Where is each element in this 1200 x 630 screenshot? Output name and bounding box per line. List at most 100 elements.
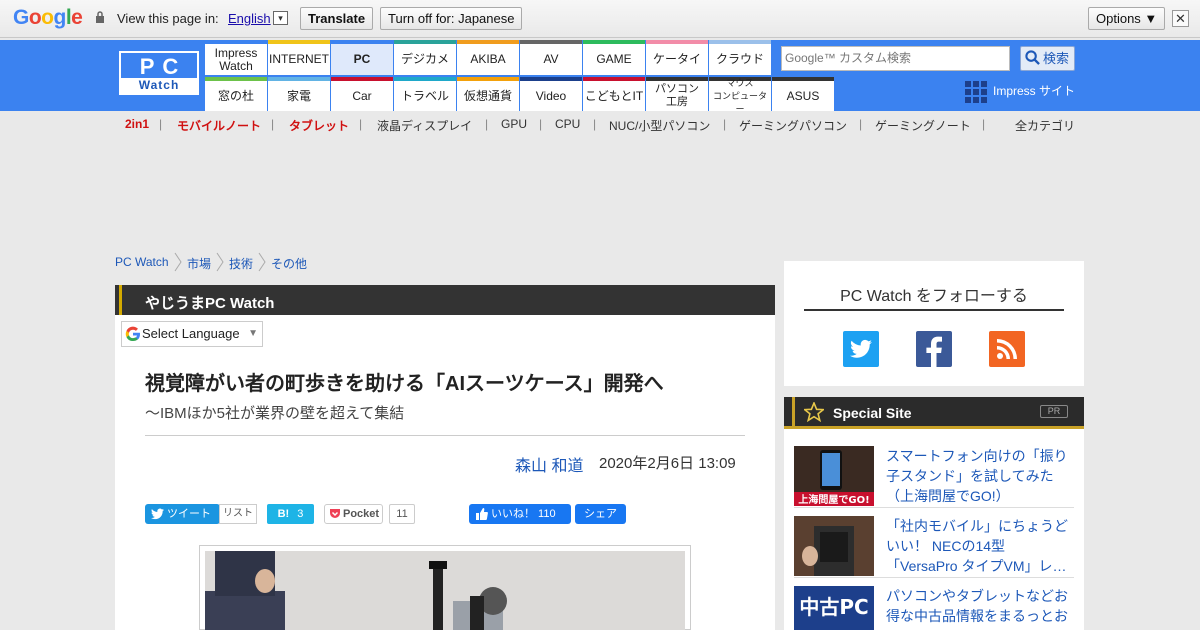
google-translate-bar: Google View this page in: English ▾ Tran… bbox=[0, 0, 1200, 38]
nav-item[interactable]: ケータイ bbox=[646, 40, 708, 75]
facebook-share-button[interactable]: シェア bbox=[575, 504, 626, 524]
nav-item[interactable]: 窓の杜 bbox=[205, 77, 267, 111]
translate-button[interactable]: Translate bbox=[300, 7, 374, 30]
chevron-down-icon[interactable]: ▾ bbox=[273, 11, 288, 25]
nav-item[interactable]: INTERNET bbox=[268, 40, 330, 75]
pocket-icon bbox=[330, 509, 340, 518]
search-button[interactable]: 検索 bbox=[1020, 46, 1075, 71]
breadcrumb-item[interactable]: 技術 bbox=[229, 255, 253, 272]
facebook-like-label: いいね！ 110 bbox=[491, 508, 556, 520]
follow-box: PC Watch をフォローする bbox=[784, 261, 1084, 386]
nav-item[interactable]: クラウド bbox=[709, 40, 771, 75]
category-link[interactable]: GPU bbox=[501, 117, 527, 131]
lock-icon bbox=[96, 11, 104, 23]
nav-item[interactable]: Impress Watch bbox=[205, 40, 267, 75]
hatena-icon: B! bbox=[277, 508, 290, 520]
category-separator: | bbox=[485, 117, 489, 131]
category-nav: 2in1 | モバイルノート | タブレット | 液晶ディスプレイ | GPU | CPU | NUC/… bbox=[0, 117, 1200, 137]
breadcrumb-item[interactable]: PC Watch bbox=[115, 255, 169, 269]
grid-icon bbox=[965, 81, 987, 103]
google-g-icon bbox=[125, 326, 140, 342]
impress-site-link[interactable]: Impress サイト bbox=[965, 81, 1076, 103]
nav-item[interactable]: 仮想通貨 bbox=[457, 77, 519, 111]
nav-item[interactable]: ASUS bbox=[772, 77, 834, 111]
category-separator: | bbox=[539, 117, 543, 131]
special-accent bbox=[792, 397, 795, 429]
nav-item[interactable]: Video bbox=[520, 77, 582, 111]
article-photo[interactable] bbox=[205, 551, 685, 630]
all-categories-link[interactable]: 全カテゴリ bbox=[1015, 117, 1075, 134]
category-separator: | bbox=[982, 117, 986, 131]
nav-item[interactable]: こどもとIT bbox=[583, 77, 645, 111]
nav-item[interactable]: AV bbox=[520, 40, 582, 75]
twitter-follow-button[interactable] bbox=[843, 331, 879, 367]
special-site-box: Special Site PR 上海問屋でGO! スマートフォン向けの「振り子ス… bbox=[784, 397, 1084, 630]
category-link[interactable]: モバイルノート bbox=[177, 117, 261, 134]
special-item-text[interactable]: パソコンやタブレットなどお得な中古品情報をまるっとお bbox=[886, 586, 1074, 626]
special-item[interactable]: 中古PC パソコンやタブレットなどお得な中古品情報をまるっとお bbox=[794, 586, 1074, 630]
nav-item[interactable]: Car bbox=[331, 77, 393, 111]
main-nav: Impress Watch INTERNET PC デジカメ AKIBA AV GAME ケー… bbox=[205, 40, 834, 114]
category-link[interactable]: ゲーミングパソコン bbox=[739, 117, 847, 134]
special-site-title: Special Site bbox=[833, 405, 912, 421]
facebook-icon bbox=[926, 336, 942, 367]
section-title: やじうまPC Watch bbox=[145, 295, 275, 312]
special-item[interactable]: 「社内モバイル」にちょうどいい！ NECの14型「VersaPro タイプVM」… bbox=[794, 516, 1074, 578]
logo-watch: Watch bbox=[121, 78, 197, 93]
options-button[interactable]: Options ▼ bbox=[1088, 7, 1166, 30]
view-page-label: View this page in: bbox=[117, 11, 219, 26]
category-link[interactable]: タブレット bbox=[289, 117, 349, 134]
hatena-bookmark-button[interactable]: B! 3 bbox=[267, 504, 314, 524]
close-icon[interactable]: ✕ bbox=[1172, 10, 1189, 27]
special-item-thumb-label: 上海問屋でGO! bbox=[798, 493, 869, 506]
search-input[interactable]: Google™ カスタム検索 bbox=[781, 46, 1010, 71]
facebook-follow-button[interactable] bbox=[916, 331, 952, 367]
category-separator: | bbox=[271, 117, 275, 131]
category-separator: | bbox=[359, 117, 363, 131]
google-logo: Google bbox=[13, 6, 83, 29]
select-language-dropdown[interactable]: Select Language ▼ bbox=[121, 321, 263, 347]
tweet-list-button[interactable]: リスト bbox=[219, 504, 257, 524]
impress-site-label: Impress サイト bbox=[993, 84, 1076, 98]
special-item-thumbnail bbox=[794, 516, 874, 576]
nav-item[interactable]: マウス コンピューター bbox=[709, 77, 771, 114]
breadcrumb-item[interactable]: 市場 bbox=[187, 255, 211, 272]
section-accent bbox=[119, 285, 122, 315]
star-icon bbox=[804, 402, 824, 422]
site-logo[interactable]: PC Watch bbox=[119, 51, 199, 95]
breadcrumb-item[interactable]: その他 bbox=[271, 255, 307, 272]
facebook-like-button[interactable]: いいね！ 110 bbox=[469, 504, 571, 524]
chevron-right-icon bbox=[258, 252, 266, 272]
twitter-icon bbox=[850, 339, 872, 358]
category-link[interactable]: CPU bbox=[555, 117, 580, 131]
hatena-count: 3 bbox=[297, 508, 304, 520]
article-author[interactable]: 森山 和道 bbox=[515, 452, 583, 476]
special-item[interactable]: 上海問屋でGO! スマートフォン向けの「振り子スタンド」を試してみた（上海問屋で… bbox=[794, 446, 1074, 508]
article-title: 視覚障がい者の町歩きを助ける「AIスーツケース」開発へ bbox=[145, 373, 664, 395]
category-link[interactable]: ゲーミングノート bbox=[875, 117, 971, 134]
category-link[interactable]: 2in1 bbox=[125, 117, 149, 131]
rss-follow-button[interactable] bbox=[989, 331, 1025, 367]
turn-off-button[interactable]: Turn off for: Japanese bbox=[380, 7, 523, 30]
search-icon bbox=[1025, 50, 1040, 65]
nav-item[interactable]: デジカメ bbox=[394, 40, 456, 75]
pocket-button[interactable]: Pocket bbox=[324, 504, 383, 524]
category-link[interactable]: 液晶ディスプレイ bbox=[377, 117, 472, 134]
nav-item[interactable]: トラベル bbox=[394, 77, 456, 111]
thumbs-up-icon bbox=[476, 508, 488, 520]
special-item-text[interactable]: 「社内モバイル」にちょうどいい！ NECの14型「VersaPro タイプVM」… bbox=[886, 516, 1074, 576]
tweet-button[interactable]: ツイート bbox=[145, 504, 220, 524]
special-item-text[interactable]: スマートフォン向けの「振り子スタンド」を試してみた（上海問屋でGO!） bbox=[886, 446, 1074, 506]
divider bbox=[145, 435, 745, 436]
special-item-thumbnail: 上海問屋でGO! bbox=[794, 446, 874, 506]
category-separator: | bbox=[159, 117, 163, 131]
search-button-label: 検索 bbox=[1043, 51, 1070, 66]
logo-pc: PC bbox=[139, 54, 187, 79]
nav-item[interactable]: GAME bbox=[583, 40, 645, 75]
nav-item[interactable]: AKIBA bbox=[457, 40, 519, 75]
nav-item[interactable]: 家電 bbox=[268, 77, 330, 111]
nav-item[interactable]: パソコン 工房 bbox=[646, 77, 708, 111]
language-select[interactable]: English bbox=[228, 11, 271, 26]
nav-item[interactable]: PC bbox=[331, 40, 393, 75]
category-link[interactable]: NUC/小型パソコン bbox=[609, 117, 710, 134]
